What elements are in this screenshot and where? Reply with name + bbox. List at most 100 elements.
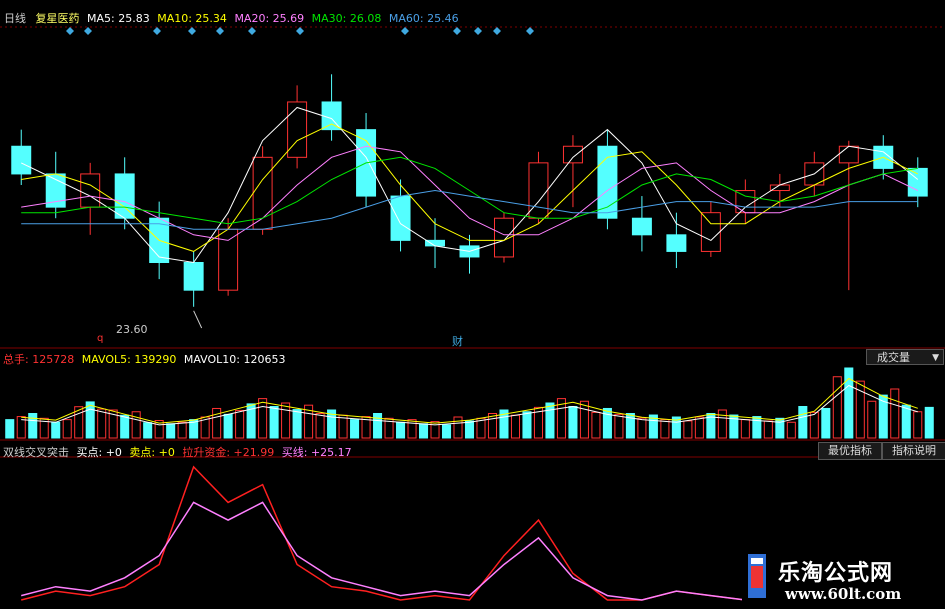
volume-bar: [614, 413, 624, 439]
volume-bar: [683, 420, 693, 439]
volume-bar: [28, 413, 38, 439]
candle-body: [390, 195, 411, 241]
volume-bar: [338, 414, 348, 439]
signal-diamond-icon: [248, 27, 256, 35]
volume-bar: [579, 400, 589, 439]
volume-bar: [522, 411, 532, 439]
watermark-title: 乐淘公式网: [778, 561, 894, 586]
ma5-readout: MA5: 25.83: [87, 12, 150, 25]
volume-bar: [913, 411, 923, 439]
volume-bar: [292, 409, 302, 439]
chevron-down-icon: ▼: [932, 353, 939, 363]
period-label[interactable]: 日线: [4, 12, 26, 25]
volume-bar: [568, 406, 578, 439]
volume-bar: [890, 388, 900, 439]
volume-total: 总手: 125728: [3, 353, 75, 366]
candle-body: [528, 162, 549, 219]
volume-bar: [177, 421, 187, 439]
volume-bar: [924, 406, 934, 439]
volume-bar: [97, 408, 107, 439]
volume-bar: [740, 419, 750, 439]
volume-bar: [281, 402, 291, 439]
volume-bar: [223, 413, 233, 439]
volume-bar: [5, 419, 15, 439]
mavol5-line: [21, 377, 918, 424]
candle-body: [666, 234, 687, 252]
candle-body: [80, 173, 101, 208]
low-price-pointer: [193, 310, 203, 329]
volume-bar: [637, 417, 647, 439]
candle-body: [218, 228, 239, 291]
volume-bar: [867, 400, 877, 439]
volume-bar: [487, 413, 498, 439]
signal-diamond-icon: [66, 27, 74, 35]
stock-chart[interactable]: [0, 0, 945, 609]
ma30-readout: MA30: 26.08: [311, 12, 382, 25]
volume-bar: [430, 421, 440, 439]
ma60-readout: MA60: 25.46: [388, 12, 459, 25]
ma20-readout: MA20: 25.69: [234, 12, 305, 25]
watermark-logo-icon: [748, 554, 766, 598]
volume-bar: [660, 419, 670, 439]
signal-diamond-icon: [401, 27, 409, 35]
signal-diamond-icon: [493, 27, 501, 35]
volume-bar: [763, 420, 773, 439]
ma-line-ma60: [21, 189, 918, 230]
volume-bar: [901, 404, 911, 439]
volume-bar: [717, 409, 727, 439]
best-indicator-button[interactable]: 最优指标: [818, 442, 882, 460]
signal-diamond-icon: [474, 27, 482, 35]
volume-bar: [464, 420, 475, 439]
volume-bar: [62, 419, 72, 439]
volume-bar: [419, 423, 429, 439]
sell-point-readout: 卖点: +0: [129, 446, 175, 459]
volume-bar: [786, 421, 796, 439]
volume-bar: [441, 424, 452, 439]
volume-bar: [51, 421, 61, 439]
volume-bar: [694, 416, 704, 439]
volume-bar: [591, 411, 601, 439]
stock-name: 复星医药: [35, 12, 80, 25]
signal-diamond-icon: [188, 27, 196, 35]
volume-bar: [143, 422, 153, 439]
volume-bar: [166, 423, 176, 439]
candle-body: [183, 262, 204, 291]
volume-bar: [85, 401, 95, 439]
volume-bar: [510, 414, 520, 439]
volume-bar: [809, 411, 819, 439]
volume-bar: [602, 407, 612, 439]
indicator-selector[interactable]: 成交量 ▼: [866, 349, 944, 365]
candle-body: [11, 145, 32, 175]
volume-bar: [798, 406, 808, 439]
candle-body: [287, 101, 308, 158]
volume-bar: [120, 414, 130, 439]
volume-bar: [821, 407, 831, 439]
low-price-label: 23.60: [116, 323, 148, 336]
ma10-readout: MA10: 25.34: [157, 12, 227, 25]
volume-bar: [212, 407, 222, 439]
watermark-url: www.60lt.com: [785, 585, 902, 603]
volume-bar: [131, 411, 141, 439]
volume-bar: [235, 409, 245, 439]
q-marker[interactable]: q: [97, 333, 103, 344]
indicator-explain-button[interactable]: 指标说明: [882, 442, 945, 460]
volume-bar: [315, 413, 325, 439]
mavol5-readout: MAVOL5: 139290: [81, 353, 177, 366]
volume-bar: [373, 413, 383, 439]
candle-body: [114, 173, 135, 219]
candle-body: [735, 190, 756, 214]
indicator-title: 双线交叉突击: [3, 446, 69, 459]
volume-bar: [453, 416, 463, 439]
candle-body: [838, 145, 859, 164]
volume-bar: [407, 419, 417, 439]
candle-body: [562, 145, 583, 164]
volume-bar: [258, 398, 268, 439]
volume-bar: [545, 402, 555, 439]
volume-bar: [350, 419, 360, 439]
finance-marker[interactable]: 财: [452, 333, 463, 349]
candle-body: [907, 167, 928, 197]
signal-diamond-icon: [216, 27, 224, 35]
signal-diamond-icon: [453, 27, 461, 35]
signal-diamond-icon: [84, 27, 92, 35]
mavol10-readout: MAVOL10: 120653: [183, 353, 286, 366]
